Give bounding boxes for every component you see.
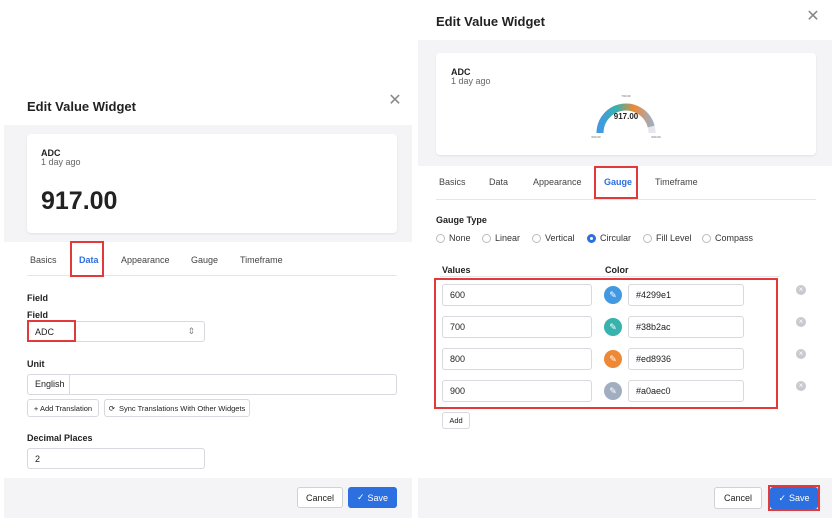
save-button[interactable]: ✓ Save xyxy=(348,487,397,508)
add-row-button[interactable]: Add xyxy=(442,412,470,429)
highlight-save xyxy=(768,485,820,511)
gauge-value: 917.00 xyxy=(614,112,639,121)
decimal-places-input[interactable]: 2 xyxy=(27,448,205,469)
preview-value: 917.00 xyxy=(41,187,118,215)
sync-icon: ⟳ xyxy=(108,403,115,413)
dialog-footer: Cancel ✓ Save xyxy=(4,478,412,518)
tab-appearance[interactable]: Appearance xyxy=(533,177,582,187)
tab-appearance[interactable]: Appearance xyxy=(121,255,170,265)
remove-icon[interactable]: × xyxy=(796,285,806,295)
radio-circular[interactable]: Circular xyxy=(587,233,631,243)
highlight-field xyxy=(27,320,76,342)
preview-time: 1 day ago xyxy=(41,157,81,167)
close-icon[interactable]: ✕ xyxy=(388,93,402,109)
cancel-button[interactable]: Cancel xyxy=(297,487,343,508)
tab-basics[interactable]: Basics xyxy=(439,177,466,187)
values-header: Values xyxy=(442,265,471,275)
gauge-chart: 917.00 790.00 600.00 900.00 xyxy=(591,94,661,139)
preview-card: ADC 1 day ago 917.00 790.00 600.00 900.0… xyxy=(436,53,816,155)
preview-card: ADC 1 day ago 917.00 xyxy=(27,134,397,233)
unit-label: Unit xyxy=(27,359,45,369)
close-icon[interactable]: ✕ xyxy=(806,9,820,25)
dialog-footer: Cancel ✓ Save xyxy=(418,478,832,518)
preview-time: 1 day ago xyxy=(451,76,491,86)
tab-timeframe[interactable]: Timeframe xyxy=(240,255,283,265)
radio-vertical[interactable]: Vertical xyxy=(532,233,575,243)
dialog-title: Edit Value Widget xyxy=(436,14,545,29)
save-label: Save xyxy=(367,492,389,503)
highlight-gauge-rows xyxy=(434,278,778,409)
preview-area: ADC 1 day ago 917.00 xyxy=(4,125,412,242)
tab-gauge[interactable]: Gauge xyxy=(191,255,218,265)
radio-compass[interactable]: Compass xyxy=(702,233,753,243)
radio-linear[interactable]: Linear xyxy=(482,233,520,243)
gauge-top-label: 790.00 xyxy=(621,94,631,98)
sync-translations-label: Sync Translations With Other Widgets xyxy=(119,403,246,413)
field-section-label: Field xyxy=(27,293,49,303)
add-translation-button[interactable]: + Add Translation xyxy=(27,399,99,417)
remove-icon[interactable]: × xyxy=(796,349,806,359)
remove-icon[interactable]: × xyxy=(796,317,806,327)
edit-widget-dialog-right: Edit Value Widget ✕ ADC 1 day ago 917.00… xyxy=(418,0,832,518)
edit-widget-dialog-left: Edit Value Widget ✕ ADC 1 day ago 917.00… xyxy=(4,84,412,518)
color-header: Color xyxy=(605,265,629,275)
radio-fill-level[interactable]: Fill Level xyxy=(643,233,692,243)
highlight-data-tab xyxy=(70,241,104,277)
gauge-min-label: 600.00 xyxy=(591,135,601,139)
header-divider xyxy=(440,276,780,277)
tab-basics[interactable]: Basics xyxy=(30,255,57,265)
preview-area: ADC 1 day ago 917.00 790.00 600.00 900.0… xyxy=(418,40,832,166)
chevron-updown-icon: ⇕ xyxy=(187,326,195,336)
highlight-gauge-tab xyxy=(594,166,638,199)
sync-translations-button[interactable]: ⟳ Sync Translations With Other Widgets xyxy=(104,399,250,417)
remove-icon[interactable]: × xyxy=(796,381,806,391)
gauge-max-label: 900.00 xyxy=(651,135,661,139)
unit-input[interactable]: English xyxy=(27,374,397,395)
gauge-type-label: Gauge Type xyxy=(436,215,487,225)
unit-lang: English xyxy=(28,375,70,394)
cancel-button[interactable]: Cancel xyxy=(714,487,762,509)
radio-none[interactable]: None xyxy=(436,233,471,243)
tab-data[interactable]: Data xyxy=(489,177,508,187)
field-label: Field xyxy=(27,310,49,320)
decimal-places-label: Decimal Places xyxy=(27,433,93,443)
tab-timeframe[interactable]: Timeframe xyxy=(655,177,698,187)
check-icon: ✓ xyxy=(356,492,365,502)
dialog-title: Edit Value Widget xyxy=(27,99,136,114)
